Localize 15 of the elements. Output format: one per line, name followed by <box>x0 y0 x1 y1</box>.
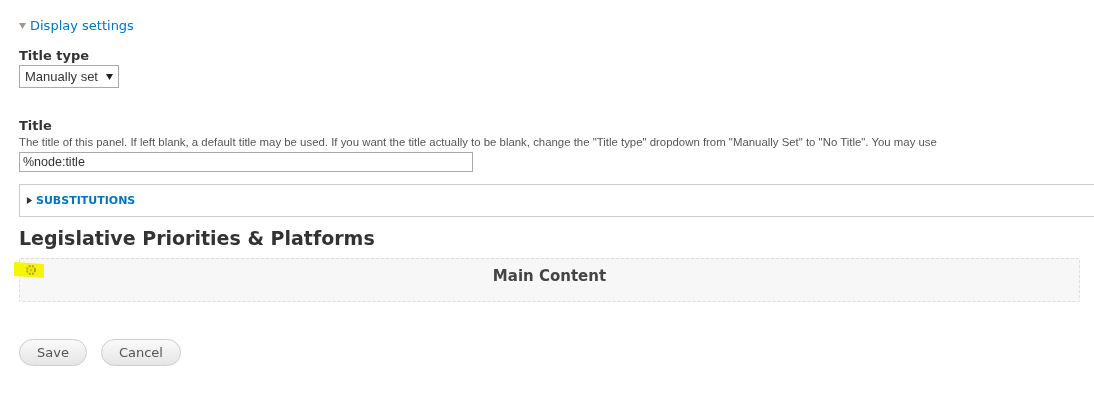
substitutions-link[interactable]: SUBSTITUTIONS <box>36 194 136 207</box>
title-input-field[interactable]: %node:title <box>19 152 473 172</box>
expanded-triangle-icon[interactable] <box>19 22 26 29</box>
field-label: Title type <box>19 48 91 63</box>
collapsed-triangle-icon[interactable] <box>26 197 33 204</box>
field-label: Title <box>19 118 53 133</box>
caret-icon <box>106 73 113 80</box>
display-settings-link[interactable]: Display settings <box>30 18 134 33</box>
settings-icon[interactable] <box>26 265 36 275</box>
form-button[interactable]: Save <box>19 339 87 366</box>
title-type-dropdown[interactable]: Manually set <box>19 65 119 88</box>
region-title: Main Content <box>492 267 607 287</box>
form-button[interactable]: Cancel <box>100 339 181 366</box>
field-description: The title of this panel. If left blank, a default title may be used. If you want the title actually to be blank, change the "Title type" dropdown from "Manually Set" to "No Title". You may use <box>19 136 938 148</box>
layout-heading: Legislative Priorities & Platforms <box>19 227 376 249</box>
